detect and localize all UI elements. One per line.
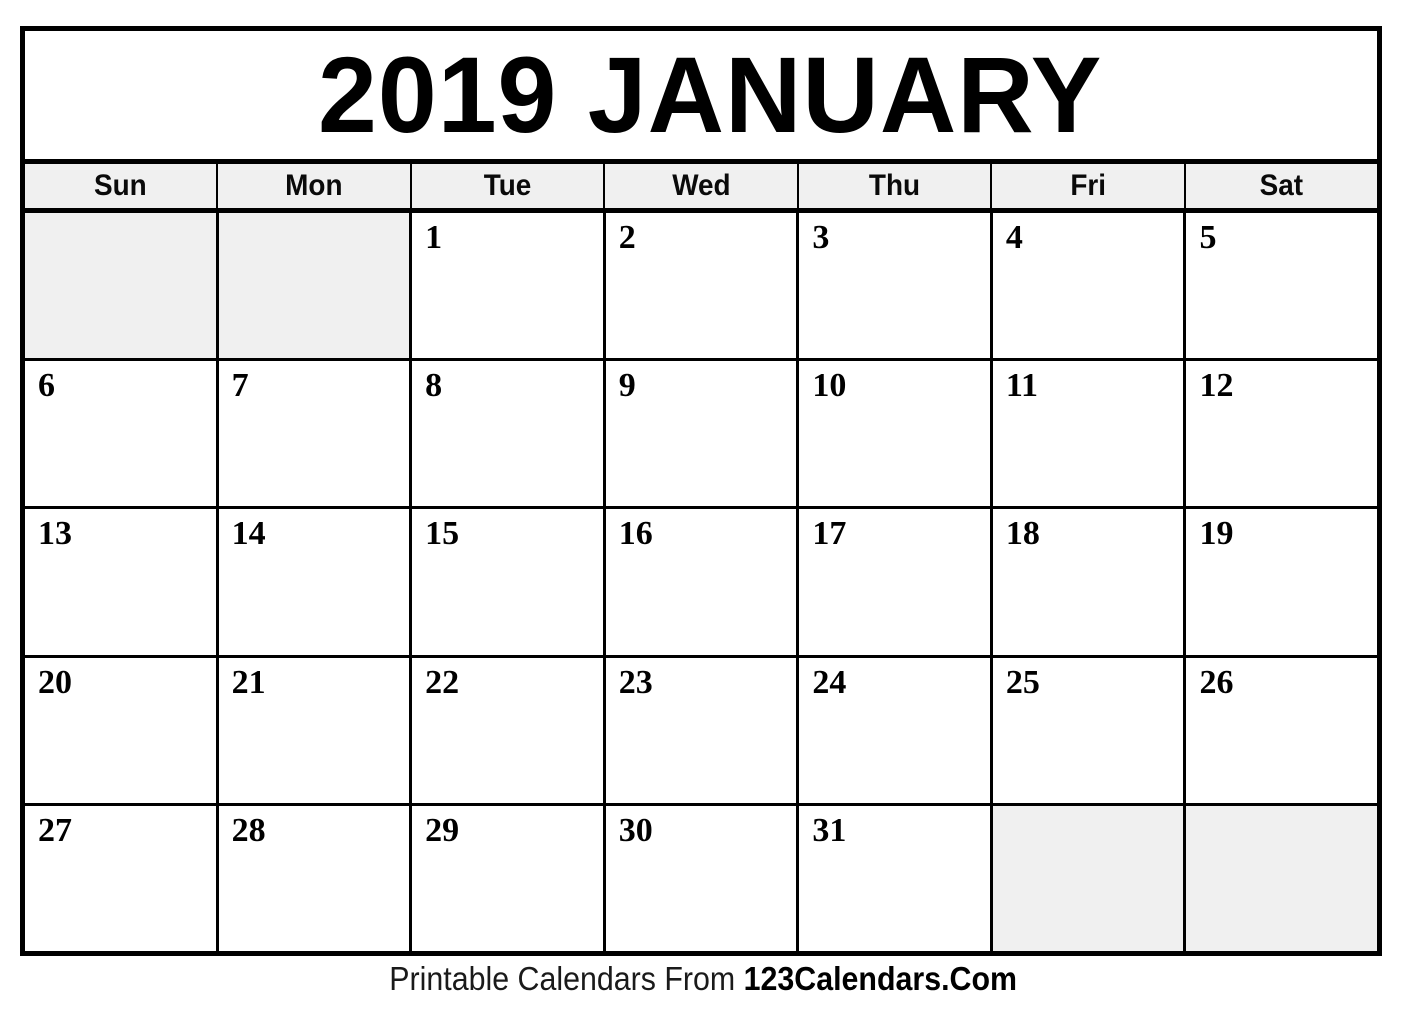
day-cell[interactable]: 29: [412, 805, 606, 952]
day-cell[interactable]: 4: [992, 213, 1187, 359]
day-cell-empty: [992, 805, 1187, 952]
day-cell[interactable]: 3: [799, 213, 993, 359]
day-cell[interactable]: 23: [605, 657, 800, 803]
calendar-table: 2019 JANUARY Sun Mon Tue Wed Thu Fri Sat: [20, 26, 1382, 956]
day-cell-empty: [218, 213, 413, 359]
day-number: 6: [38, 367, 55, 405]
weekday-label-mon: Mon: [285, 169, 343, 202]
day-cell[interactable]: 24: [799, 657, 993, 803]
calendar-weeks: 1 2 3 4 5 6 7 8 9 10 11 12 13 14 15 16 1…: [25, 213, 1378, 952]
weekday-label-thu: Thu: [868, 169, 920, 202]
weekday-label-fri: Fri: [1069, 169, 1106, 202]
footer-credit-prefix: Printable Calendars From: [389, 960, 744, 997]
day-number: 2: [618, 219, 636, 256]
weekday-header-row: Sun Mon Tue Wed Thu Fri Sat: [25, 164, 1377, 213]
day-cell[interactable]: 26: [1186, 657, 1378, 803]
week-row: 1 2 3 4 5: [25, 213, 1378, 362]
day-cell[interactable]: 20: [25, 657, 219, 803]
weekday-label-wed: Wed: [671, 169, 731, 202]
day-number: 28: [231, 811, 266, 849]
day-number: 22: [425, 663, 460, 701]
day-cell[interactable]: 21: [218, 657, 413, 803]
page-title: 2019 JANUARY: [317, 34, 1103, 155]
day-number: 18: [1005, 515, 1040, 553]
week-row: 13 14 15 16 17 18 19: [25, 509, 1378, 658]
day-cell[interactable]: 27: [25, 805, 219, 952]
week-row: 6 7 8 9 10 11 12: [25, 361, 1378, 510]
day-cell[interactable]: 7: [218, 361, 413, 507]
day-number: 26: [1199, 663, 1234, 701]
day-number: 31: [812, 811, 847, 849]
day-cell[interactable]: 5: [1186, 213, 1378, 359]
day-cell[interactable]: 10: [799, 361, 993, 507]
day-cell[interactable]: 18: [992, 509, 1187, 655]
day-cell[interactable]: 9: [605, 361, 800, 507]
day-cell[interactable]: 11: [992, 361, 1187, 507]
day-number: 10: [812, 367, 847, 405]
day-number: 14: [231, 515, 266, 553]
weekday-header-thu: Thu: [798, 164, 993, 208]
day-number: 4: [1005, 219, 1023, 256]
day-number: 11: [1005, 367, 1039, 405]
day-number: 20: [38, 663, 72, 701]
day-number: 9: [618, 367, 636, 405]
day-number: 3: [812, 219, 830, 256]
weekday-header-sat: Sat: [1185, 164, 1377, 208]
day-cell[interactable]: 31: [799, 805, 993, 952]
weekday-header-sun: Sun: [25, 164, 219, 208]
day-number: 13: [38, 515, 72, 553]
day-cell[interactable]: 30: [605, 805, 800, 952]
day-cell[interactable]: 17: [799, 509, 993, 655]
day-number: 24: [812, 663, 847, 701]
day-cell[interactable]: 12: [1186, 361, 1378, 507]
day-cell-empty: [1186, 805, 1378, 952]
day-cell[interactable]: 22: [412, 657, 606, 803]
week-row: 20 21 22 23 24 25 26: [25, 657, 1378, 806]
day-number: 7: [231, 367, 249, 405]
day-number: 25: [1005, 663, 1040, 701]
weekday-label-sun: Sun: [94, 169, 148, 202]
day-number: 27: [38, 811, 72, 849]
weekday-label-tue: Tue: [483, 169, 532, 202]
day-cell[interactable]: 2: [605, 213, 800, 359]
day-cell[interactable]: 25: [992, 657, 1187, 803]
week-row: 27 28 29 30 31: [25, 805, 1378, 952]
day-number: 5: [1199, 219, 1217, 256]
day-cell[interactable]: 16: [605, 509, 800, 655]
footer-brand-link[interactable]: 123Calendars.Com: [743, 960, 1016, 997]
day-number: 23: [618, 663, 653, 701]
weekday-label-sat: Sat: [1259, 169, 1303, 202]
day-cell[interactable]: 13: [25, 509, 219, 655]
day-cell[interactable]: 6: [25, 361, 219, 507]
weekday-header-fri: Fri: [992, 164, 1186, 208]
day-number: 17: [812, 515, 847, 553]
day-cell[interactable]: 15: [412, 509, 606, 655]
day-number: 19: [1199, 515, 1234, 553]
day-number: 1: [425, 219, 443, 256]
day-number: 12: [1199, 367, 1234, 405]
day-number: 21: [231, 663, 266, 701]
footer: Printable Calendars From 123Calendars.Co…: [0, 962, 1406, 995]
day-number: 29: [425, 811, 460, 849]
day-cell[interactable]: 28: [218, 805, 413, 952]
day-number: 15: [425, 515, 460, 553]
footer-credit: Printable Calendars From 123Calendars.Co…: [389, 962, 1017, 995]
calendar-page: 2019 JANUARY Sun Mon Tue Wed Thu Fri Sat: [0, 0, 1406, 1017]
day-cell[interactable]: 8: [412, 361, 606, 507]
weekday-header-mon: Mon: [218, 164, 412, 208]
day-number: 8: [425, 367, 443, 405]
day-number: 30: [618, 811, 653, 849]
day-cell-empty: [25, 213, 219, 359]
day-cell[interactable]: 19: [1186, 509, 1378, 655]
day-number: 16: [618, 515, 653, 553]
weekday-header-tue: Tue: [411, 164, 606, 208]
weekday-header-wed: Wed: [605, 164, 799, 208]
day-cell[interactable]: 14: [218, 509, 413, 655]
calendar-title-band: 2019 JANUARY: [25, 31, 1377, 164]
day-cell[interactable]: 1: [412, 213, 606, 359]
